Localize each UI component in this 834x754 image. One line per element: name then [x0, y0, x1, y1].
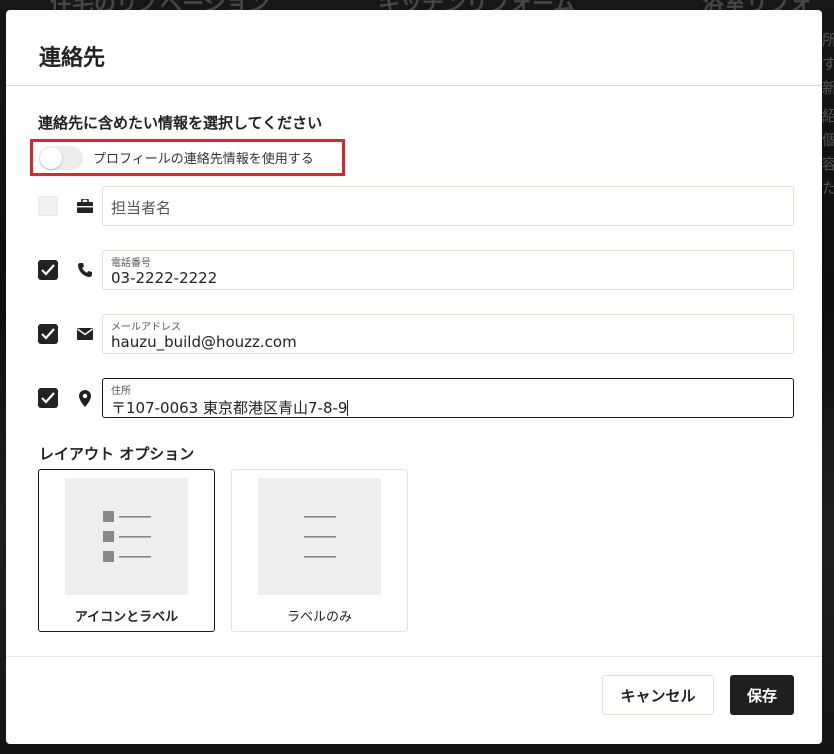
layout-option-label: ラベルのみ — [286, 610, 352, 625]
cancel-button[interactable]: キャンセル — [602, 675, 714, 715]
address-checkbox[interactable] — [38, 388, 58, 408]
email-checkbox[interactable] — [38, 324, 58, 344]
layout-option-label: アイコンとラベル — [74, 610, 179, 625]
layout-option-icon-and-label[interactable]: アイコンとラベル — [38, 469, 215, 632]
save-button[interactable]: 保存 — [730, 675, 794, 715]
dialog-footer: キャンセル 保存 — [6, 656, 822, 744]
label-only-preview — [258, 478, 381, 595]
email-caption: メールアドレス — [111, 322, 181, 333]
profile-contact-toggle-row[interactable]: プロフィールの連絡先情報を使用する — [30, 139, 345, 176]
envelope-icon — [76, 325, 94, 343]
dialog-title: 連絡先 — [39, 46, 106, 71]
address-value: 〒107-0063 東京都港区青山7-8-9 — [111, 399, 349, 417]
location-pin-icon — [76, 389, 94, 407]
phone-value: 03-2222-2222 — [111, 269, 218, 287]
email-field[interactable]: メールアドレス hauzu_build@houzz.com — [102, 314, 794, 354]
phone-caption: 電話番号 — [111, 258, 151, 269]
field-row-email: メールアドレス hauzu_build@houzz.com — [38, 314, 794, 354]
contact-person-field[interactable]: 担当者名 — [102, 186, 794, 226]
phone-field[interactable]: 電話番号 03-2222-2222 — [102, 250, 794, 290]
phone-icon — [76, 261, 94, 279]
contact-person-placeholder: 担当者名 — [111, 199, 172, 217]
dialog-header: 連絡先 — [6, 10, 822, 86]
info-section-title: 連絡先に含めたい情報を選択してください — [38, 114, 323, 132]
phone-checkbox[interactable] — [38, 260, 58, 280]
profile-contact-toggle-label: プロフィールの連絡先情報を使用する — [93, 152, 314, 167]
field-row-phone: 電話番号 03-2222-2222 — [38, 250, 794, 290]
address-field[interactable]: 住所 〒107-0063 東京都港区青山7-8-9 — [102, 378, 794, 418]
layout-section-title: レイアウト オプション — [39, 445, 195, 463]
text-caret — [347, 400, 349, 416]
icon-and-label-preview — [65, 478, 188, 595]
field-row-contact-person: 担当者名 — [38, 186, 794, 226]
contact-dialog: 連絡先 連絡先に含めたい情報を選択してください プロフィールの連絡先情報を使用す… — [6, 10, 822, 744]
layout-option-label-only[interactable]: ラベルのみ — [231, 469, 408, 632]
toggle-knob — [40, 146, 62, 169]
briefcase-icon — [76, 197, 94, 215]
email-value: hauzu_build@houzz.com — [111, 333, 297, 351]
field-row-address: 住所 〒107-0063 東京都港区青山7-8-9 — [38, 378, 794, 418]
profile-contact-toggle[interactable] — [39, 145, 83, 170]
contact-person-checkbox[interactable] — [38, 196, 58, 216]
address-caption: 住所 — [111, 386, 131, 397]
